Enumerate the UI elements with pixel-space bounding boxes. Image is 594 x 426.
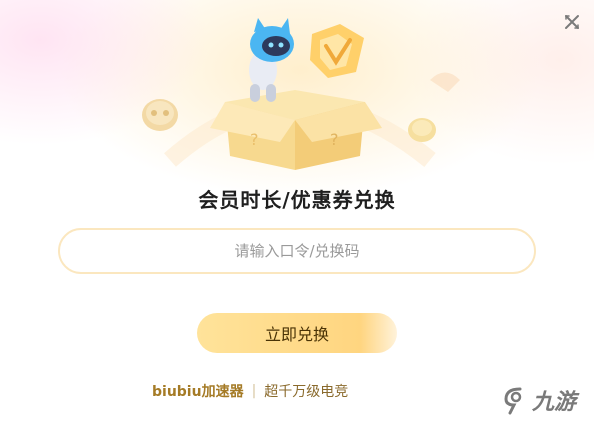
redeem-code-input[interactable] xyxy=(58,228,536,274)
watermark-text: 九游 xyxy=(532,390,577,415)
watermark: 九游 xyxy=(500,380,590,420)
close-icon xyxy=(565,15,579,29)
hero-illustration: ? ? xyxy=(142,18,460,170)
controller-coin-icon xyxy=(142,99,178,131)
gift-box-illustration: ? ? xyxy=(210,90,382,170)
redeem-dialog: ? ? 会员时长/优惠券兑换 立即兑换 biubiu加速器 | 超千万级电竞 xyxy=(0,0,594,426)
svg-text:?: ? xyxy=(330,130,339,149)
jiuyou-logo-icon xyxy=(504,387,522,415)
logo-badge-icon xyxy=(310,24,364,78)
footer-separator: | xyxy=(251,383,257,399)
footer: biubiu加速器 | 超千万级电竞 xyxy=(152,380,348,402)
footer-slogan: 超千万级电竞 xyxy=(264,384,349,400)
coin-icon xyxy=(408,118,436,142)
close-button[interactable] xyxy=(560,10,584,34)
mascot-illustration xyxy=(249,18,294,102)
brand-name: biubiu加速器 xyxy=(152,384,244,400)
svg-text:?: ? xyxy=(250,130,259,149)
dialog-title: 会员时长/优惠券兑换 xyxy=(198,188,396,212)
